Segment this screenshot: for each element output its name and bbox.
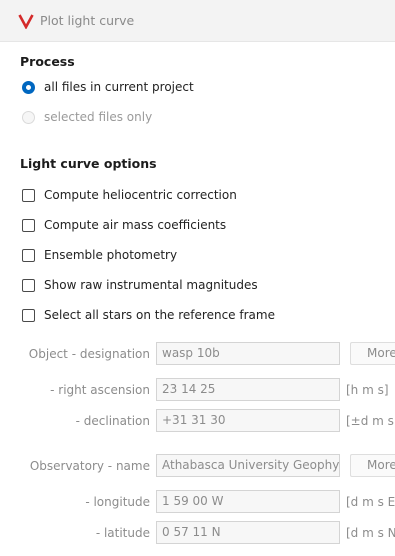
declination-label: - declination xyxy=(75,414,150,428)
checkbox-ensemble-label: Ensemble photometry xyxy=(44,248,178,262)
declination-field[interactable]: +31 31 30 xyxy=(156,409,340,432)
radio-disabled-indicator xyxy=(22,110,35,124)
right-ascension-field[interactable]: 23 14 25 xyxy=(156,378,340,401)
checkbox-air-mass[interactable]: Compute air mass coefficients xyxy=(22,216,226,234)
light-curve-options-heading: Light curve options xyxy=(20,156,157,171)
checkbox-heliocentric-label: Compute heliocentric correction xyxy=(44,188,237,202)
checkbox-heliocentric[interactable]: Compute heliocentric correction xyxy=(22,186,237,204)
latitude-field[interactable]: 0 57 11 N xyxy=(156,521,340,544)
radio-selected-files-label: selected files only xyxy=(44,110,153,124)
checkbox-raw-magnitudes[interactable]: Show raw instrumental magnitudes xyxy=(22,276,258,294)
checkbox-raw-magnitudes-label: Show raw instrumental magnitudes xyxy=(44,278,258,292)
app-logo-icon xyxy=(18,14,34,29)
process-heading: Process xyxy=(20,54,75,69)
checkbox-box[interactable] xyxy=(22,218,35,232)
radio-all-files[interactable]: all files in current project xyxy=(22,78,194,96)
radio-selected-files: selected files only xyxy=(22,108,152,126)
object-designation-label: Object - designation xyxy=(28,347,150,361)
declination-unit: [±d m s xyxy=(346,414,394,428)
latitude-unit: [d m s N xyxy=(346,526,395,540)
window-title: Plot light curve xyxy=(40,13,135,28)
observatory-name-label: Observatory - name xyxy=(29,459,150,473)
right-ascension-unit: [h m s] xyxy=(346,383,389,397)
observatory-name-field[interactable]: Athabasca University Geophy xyxy=(156,454,340,477)
checkbox-select-all-stars-label: Select all stars on the reference frame xyxy=(44,308,275,322)
checkbox-air-mass-label: Compute air mass coefficients xyxy=(44,218,227,232)
radio-selected-indicator[interactable] xyxy=(22,80,35,94)
longitude-unit: [d m s E xyxy=(346,495,395,509)
radio-all-files-label: all files in current project xyxy=(44,80,194,94)
title-bar[interactable]: Plot light curve xyxy=(0,0,395,42)
checkbox-box[interactable] xyxy=(22,248,35,262)
latitude-label: - latitude xyxy=(95,526,150,540)
object-more-button[interactable]: More xyxy=(350,342,395,365)
right-ascension-label: - right ascension xyxy=(50,383,150,397)
checkbox-box[interactable] xyxy=(22,308,35,322)
observatory-more-button[interactable]: More xyxy=(350,454,395,477)
checkbox-box[interactable] xyxy=(22,188,35,202)
object-designation-field[interactable]: wasp 10b xyxy=(156,342,340,365)
longitude-field[interactable]: 1 59 00 W xyxy=(156,490,340,513)
checkbox-ensemble[interactable]: Ensemble photometry xyxy=(22,246,177,264)
longitude-label: - longitude xyxy=(85,495,150,509)
checkbox-select-all-stars[interactable]: Select all stars on the reference frame xyxy=(22,306,275,324)
checkbox-box[interactable] xyxy=(22,278,35,292)
